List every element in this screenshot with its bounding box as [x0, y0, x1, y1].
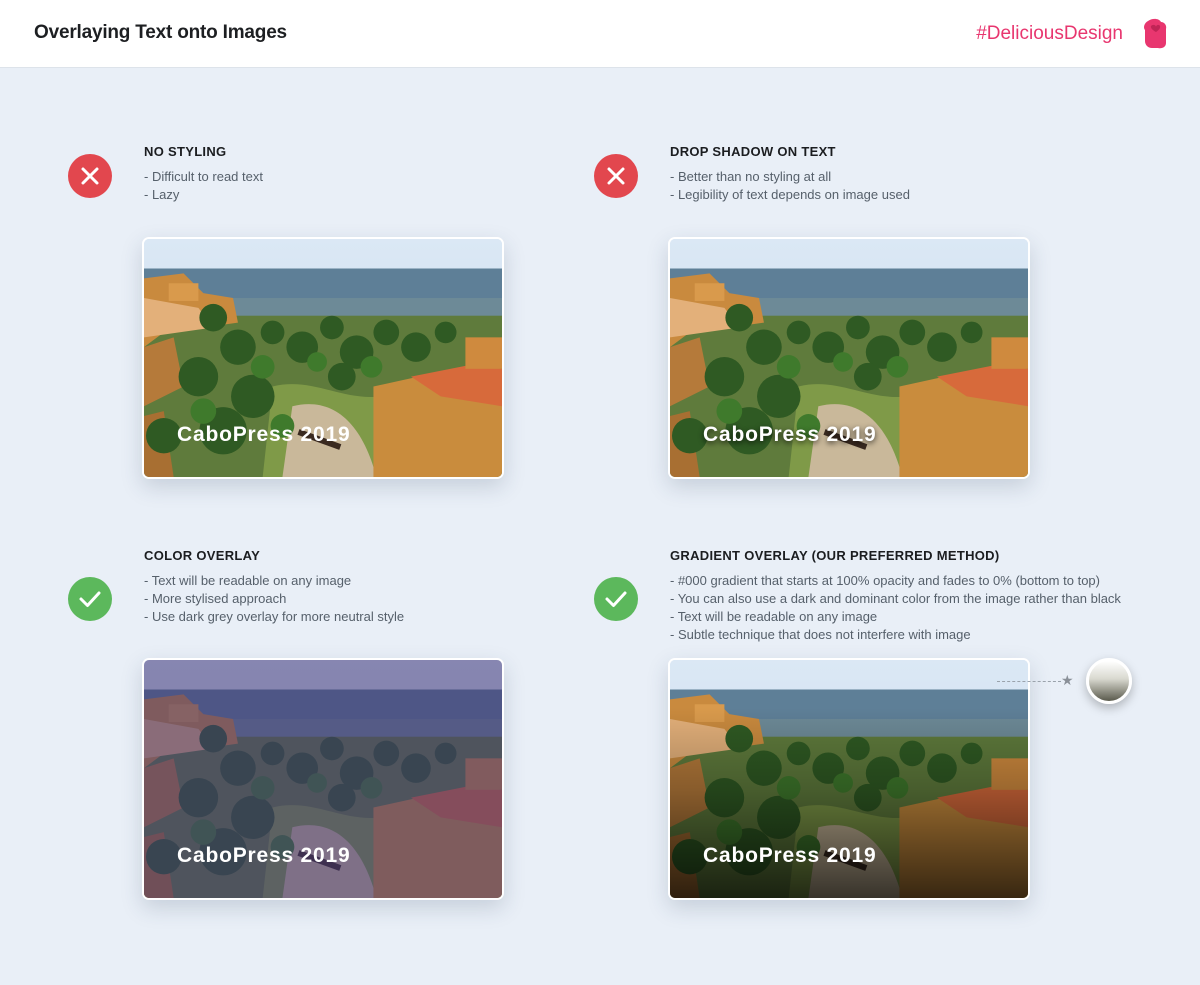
section-title: DROP SHADOW ON TEXT: [670, 144, 836, 159]
note-line: - Text will be readable on any image: [144, 573, 352, 588]
note-line: - #000 gradient that starts at 100% opac…: [670, 573, 1100, 588]
section-title: COLOR OVERLAY: [144, 548, 261, 563]
note-line: - Text will be readable on any image: [670, 609, 878, 624]
example-card-no-styling: CaboPress 2019: [142, 237, 504, 479]
section-title: GRADIENT OVERLAY (OUR PREFERRED METHOD): [670, 548, 1000, 563]
note-line: - Use dark grey overlay for more neutral…: [144, 609, 405, 624]
header-bar: Overlaying Text onto Images #DeliciousDe…: [0, 0, 1200, 68]
section-notes: - Text will be readable on any image - M…: [144, 572, 404, 626]
check-icon: [68, 577, 112, 621]
example-card-color-overlay: CaboPress 2019: [142, 658, 504, 900]
example-card-drop-shadow: CaboPress 2019: [668, 237, 1030, 479]
example-card-gradient-overlay: CaboPress 2019: [668, 658, 1030, 900]
note-line: - You can also use a dark and dominant c…: [670, 591, 1121, 606]
cross-icon: [594, 154, 638, 198]
cross-icon: [68, 154, 112, 198]
section-notes: - Difficult to read text - Lazy: [144, 168, 263, 204]
section-notes: - Better than no styling at all - Legibi…: [670, 168, 910, 204]
note-line: - Lazy: [144, 187, 180, 202]
hand-heart-icon: [1144, 18, 1167, 49]
section-notes: - #000 gradient that starts at 100% opac…: [670, 572, 1121, 644]
note-line: - More stylised approach: [144, 591, 287, 606]
hashtag-link[interactable]: #DeliciousDesign: [976, 23, 1123, 45]
check-icon: [594, 577, 638, 621]
image-caption: CaboPress 2019: [703, 423, 877, 446]
image-caption: CaboPress 2019: [177, 844, 351, 867]
gradient-stop-line: [997, 681, 1061, 682]
section-title: NO STYLING: [144, 144, 227, 159]
note-line: - Better than no styling at all: [670, 169, 832, 184]
star-icon[interactable]: ★: [1061, 672, 1074, 689]
gradient-stop-handle[interactable]: [1086, 658, 1132, 704]
image-caption: CaboPress 2019: [703, 844, 877, 867]
note-line: - Subtle technique that does not interfe…: [670, 627, 971, 642]
note-line: - Difficult to read text: [144, 169, 263, 184]
image-caption: CaboPress 2019: [177, 423, 351, 446]
note-line: - Legibility of text depends on image us…: [670, 187, 910, 202]
page-title: Overlaying Text onto Images: [34, 22, 287, 43]
